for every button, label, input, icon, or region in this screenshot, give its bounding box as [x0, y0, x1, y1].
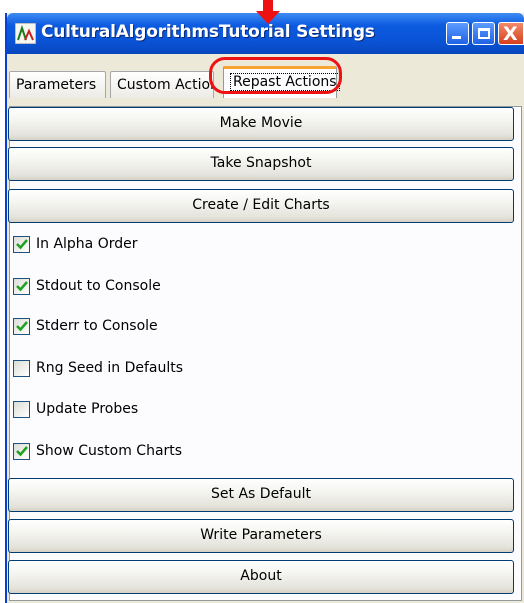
take-snapshot-button[interactable]: Take Snapshot — [8, 147, 514, 181]
write-parameters-button[interactable]: Write Parameters — [8, 519, 514, 553]
checkbox[interactable] — [13, 318, 30, 335]
option-label: Stderr to Console — [36, 318, 158, 334]
option-label: Show Custom Charts — [36, 443, 183, 459]
red-arrow-annotation-icon — [256, 0, 280, 24]
minimize-icon — [452, 36, 461, 39]
tab-label: Custom Actions — [117, 77, 213, 93]
close-button[interactable]: X — [498, 22, 524, 45]
checkbox[interactable] — [13, 278, 30, 295]
tab-label: Repast Actions — [230, 73, 340, 91]
option-label: In Alpha Order — [36, 236, 138, 252]
create-edit-charts-button[interactable]: Create / Edit Charts — [8, 189, 514, 223]
tab-repast-actions[interactable]: Repast Actions — [223, 66, 340, 98]
checkbox[interactable] — [13, 401, 30, 418]
tab-parameters[interactable]: Parameters — [9, 71, 106, 98]
checkmark-icon — [16, 281, 28, 292]
maximize-button[interactable] — [472, 22, 495, 45]
settings-window: CulturalAlgorithmsTutorial Settings X Pa… — [5, 13, 524, 603]
set-as-default-button[interactable]: Set As Default — [8, 478, 514, 512]
checkbox[interactable] — [13, 236, 30, 253]
checkbox[interactable] — [13, 360, 30, 377]
maximize-icon — [478, 28, 490, 39]
option-label: Stdout to Console — [36, 278, 161, 294]
tab-custom-actions[interactable]: Custom Actions — [110, 71, 214, 98]
window-title: CulturalAlgorithmsTutorial Settings — [41, 22, 375, 42]
make-movie-button[interactable]: Make Movie — [8, 107, 514, 141]
tab-bar: Parameters Custom Actions Repast Actions — [9, 63, 522, 107]
checkmark-icon — [16, 321, 28, 332]
selected-tab-accent — [224, 66, 336, 69]
about-button[interactable]: About — [8, 560, 514, 594]
checkmark-icon — [16, 239, 28, 250]
option-label: Update Probes — [36, 401, 139, 417]
option-label: Rng Seed in Defaults — [36, 360, 184, 376]
repast-app-icon — [15, 23, 36, 44]
checkbox[interactable] — [13, 443, 30, 460]
minimize-button[interactable] — [446, 22, 469, 45]
checkmark-icon — [16, 446, 28, 457]
tab-label: Parameters — [16, 77, 97, 93]
close-icon: X — [503, 23, 518, 45]
